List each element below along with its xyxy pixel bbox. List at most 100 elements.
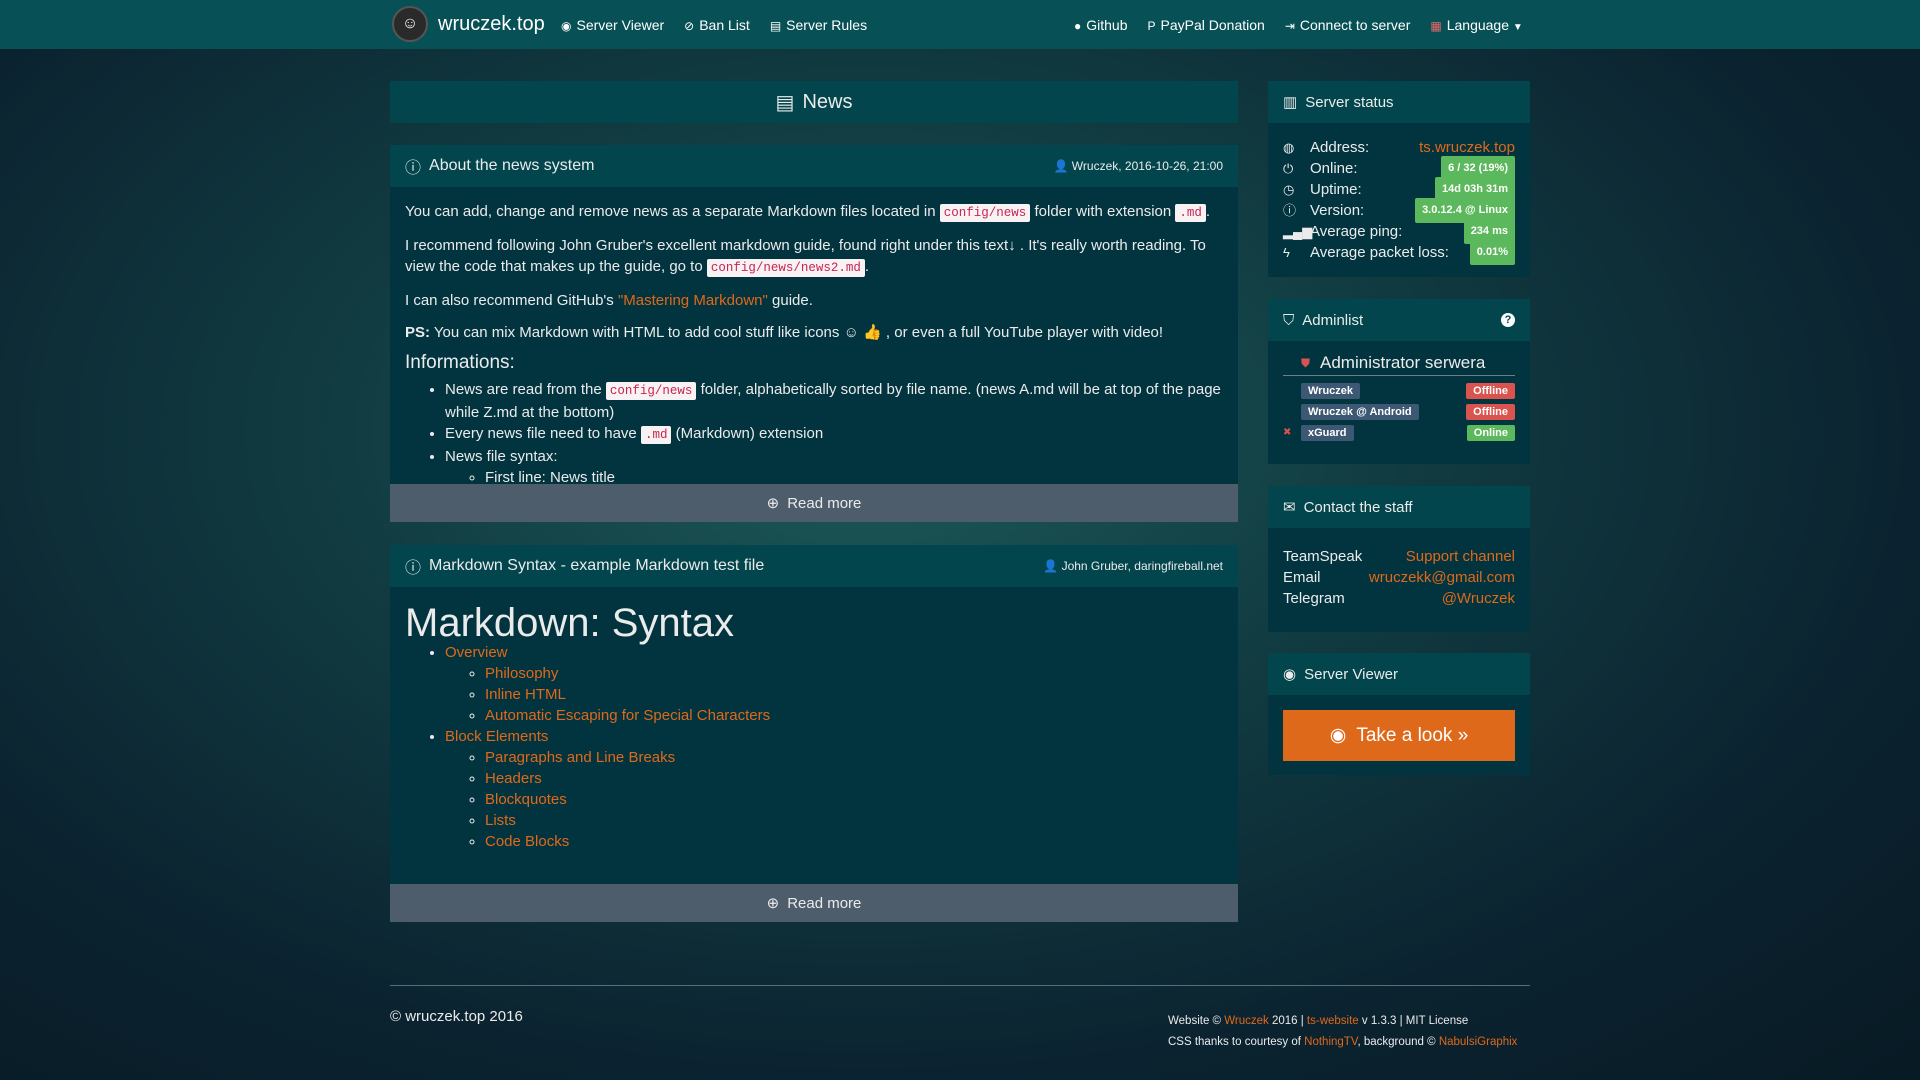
nav-label: Github [1086, 16, 1128, 33]
nabulsigraphix-link[interactable]: NabulsiGraphix [1439, 1036, 1518, 1048]
info-icon: ⓘ [1283, 203, 1297, 218]
status-badge: Offline [1466, 403, 1515, 420]
nothingtv-link[interactable]: NothingTV [1304, 1036, 1357, 1048]
nav-server-viewer[interactable]: ◉ Server Viewer [561, 17, 664, 33]
text: (Markdown) extension [675, 425, 824, 442]
mastering-markdown-link[interactable]: "Mastering Markdown" [618, 292, 768, 309]
eye-icon: ◉ [561, 18, 572, 33]
sign-in-icon: ⇥ [1284, 18, 1295, 33]
bolt-icon: ϟ [1283, 245, 1290, 260]
toc-link[interactable]: Automatic Escaping for Special Character… [485, 707, 770, 724]
nav-label: Connect to server [1299, 16, 1411, 33]
status-label: Average ping: [1310, 223, 1403, 240]
page-title: News [802, 90, 853, 113]
logo-icon: ☺ [392, 6, 428, 42]
text: v 1.3.3 | MIT License [1361, 1015, 1469, 1027]
toc-link[interactable]: Inline HTML [485, 686, 566, 703]
text: CSS thanks to courtesy of [1168, 1036, 1301, 1048]
status-label: Uptime: [1310, 181, 1362, 198]
status-badge: Offline [1466, 382, 1515, 399]
nav-label: PayPal Donation [1160, 16, 1265, 33]
envelope-icon: ✉ [1283, 499, 1296, 516]
text: Every news file need to have [445, 425, 637, 442]
text: . [864, 258, 870, 275]
text: . [1205, 203, 1211, 220]
nav-label: Language [1446, 16, 1510, 33]
smile-icon: ☺ [843, 324, 859, 341]
toc-link[interactable]: Blockquotes [485, 791, 567, 808]
text: , or even a full YouTube player with vid… [885, 324, 1164, 341]
list-item: Every news file need to have .md (Markdo… [445, 423, 1223, 446]
toc-link[interactable]: Lists [485, 812, 516, 829]
list-item: News are read from the config/news folde… [445, 379, 1223, 423]
button-label: Take a look » [1356, 724, 1469, 746]
read-more-label: Read more [787, 894, 862, 912]
toc-link[interactable]: Philosophy [485, 665, 558, 682]
code: .md [640, 426, 672, 444]
toc-link[interactable]: Paragraphs and Line Breaks [485, 749, 675, 766]
news-title: About the news system [429, 157, 595, 174]
code: config/news/news2.md [706, 259, 865, 277]
read-more-label: Read more [787, 494, 862, 512]
info-icon: ⓘ [405, 160, 422, 177]
text: guide. [772, 292, 813, 309]
group-name: Administrator serwera [1320, 353, 1486, 372]
text: You can mix Markdown with HTML to add co… [433, 324, 840, 341]
clock-icon: ◷ [1283, 182, 1295, 197]
power-icon: ⏻ [1283, 161, 1294, 176]
toc-item: Overview Philosophy Inline HTML Automatic … [445, 642, 1223, 726]
book-icon: ▤ [769, 18, 782, 33]
news-header: ▤ News [390, 81, 1238, 123]
contact-label: Telegram [1283, 590, 1345, 607]
panel-title: Adminlist [1302, 311, 1364, 329]
github-icon: ● [1074, 18, 1082, 33]
nav-github[interactable]: ● Github [1074, 17, 1128, 33]
admin-name: xGuard [1301, 424, 1354, 441]
toc-link[interactable]: Headers [485, 770, 542, 787]
list-item: News file syntax: First line: News title [445, 446, 1223, 484]
status-badge: 0.01% [1469, 240, 1515, 265]
list-item: First line: News title [485, 467, 1223, 484]
bar-chart-icon: ▥ [1283, 94, 1298, 111]
contact-link[interactable]: wruczekk@gmail.com [1369, 567, 1515, 588]
shield-icon: ⛉ [1283, 311, 1295, 329]
user-icon: 👤 [1043, 559, 1062, 573]
info-icon: ⓘ [405, 560, 422, 577]
take-a-look-button[interactable]: ◉ Take a look » [1283, 710, 1515, 761]
arrow-down-icon: ↓ [1008, 237, 1016, 254]
toc-link[interactable]: Code Blocks [485, 833, 569, 850]
contact-panel: ✉ Contact the staff TeamSpeak Support chan… [1268, 486, 1530, 632]
plus-circle-icon: ⊕ [766, 495, 780, 512]
admin-row: Wruczek Offline [1301, 380, 1515, 401]
status-label: Version: [1310, 202, 1365, 219]
status-badge: Online [1466, 424, 1515, 441]
address-link[interactable]: ts.wruczek.top [1419, 137, 1515, 158]
nav-connect[interactable]: ⇥ Connect to server [1285, 17, 1411, 33]
contact-link[interactable]: @Wruczek [1442, 588, 1515, 609]
status-label: Online: [1310, 160, 1358, 177]
caret-down-icon: ▼ [1512, 21, 1523, 33]
section-heading: Informations: [405, 352, 515, 373]
read-more-button[interactable]: ⊕ Read more [390, 884, 1238, 922]
server-admin-icon: ⛊ [1301, 355, 1311, 370]
help-icon[interactable]: ? [1501, 313, 1515, 327]
wruczek-link[interactable]: Wruczek [1224, 1015, 1269, 1027]
toc-link[interactable]: Block Elements [445, 728, 548, 745]
brand-link[interactable]: ☺ wruczek.top [392, 6, 545, 42]
nav-paypal[interactable]: P PayPal Donation [1148, 17, 1265, 33]
contact-label: Email [1283, 569, 1321, 586]
nav-language-dropdown[interactable]: ▦ Language ▼ [1430, 17, 1522, 33]
contact-label: TeamSpeak [1283, 548, 1363, 565]
text: , background © [1357, 1036, 1436, 1048]
toc-link[interactable]: Overview [445, 644, 508, 661]
read-more-button[interactable]: ⊕ Read more [390, 484, 1238, 522]
ts-website-link[interactable]: ts-website [1307, 1015, 1359, 1027]
footer-credits: Website © Wruczek 2016 | ts-website v 1.… [1168, 1011, 1517, 1053]
eye-icon: ◉ [1283, 666, 1297, 683]
contact-link[interactable]: Support channel [1406, 546, 1515, 567]
text: You can add, change and remove news as a… [405, 203, 936, 220]
nav-ban-list[interactable]: ⊘ Ban List [684, 17, 750, 33]
globe-icon: ◍ [1283, 140, 1295, 155]
nav-server-rules[interactable]: ▤ Server Rules [770, 17, 867, 33]
text: folder with extension [1034, 203, 1172, 220]
